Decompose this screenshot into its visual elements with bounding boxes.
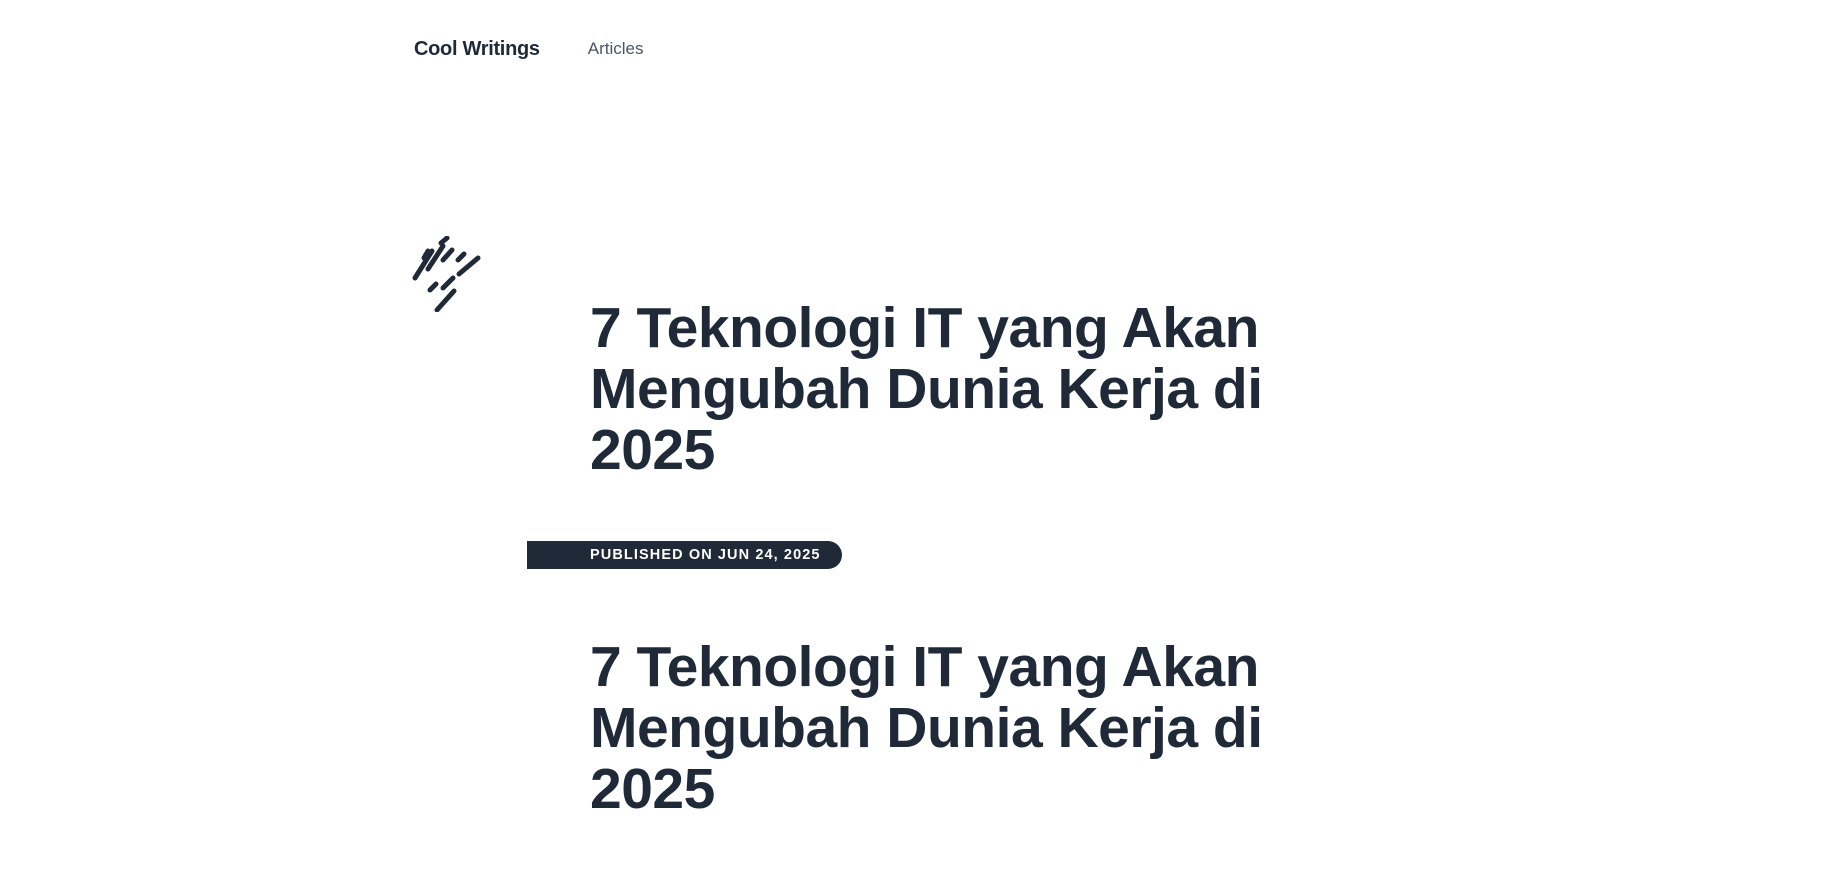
article-body-heading: 7 Teknologi IT yang Akan Mengubah Dunia … [590, 635, 1263, 821]
site-logo-link[interactable]: Cool Writings [414, 38, 540, 61]
published-date: PUBLISHED ON JUN 24, 2025 [590, 547, 821, 563]
scribble-icon [412, 236, 481, 312]
published-badge: PUBLISHED ON JUN 24, 2025 [527, 541, 842, 569]
nav-link-articles[interactable]: Articles [588, 39, 644, 59]
article-title: 7 Teknologi IT yang Akan Mengubah Dunia … [590, 296, 1263, 482]
top-nav: Cool Writings Articles [414, 36, 643, 62]
